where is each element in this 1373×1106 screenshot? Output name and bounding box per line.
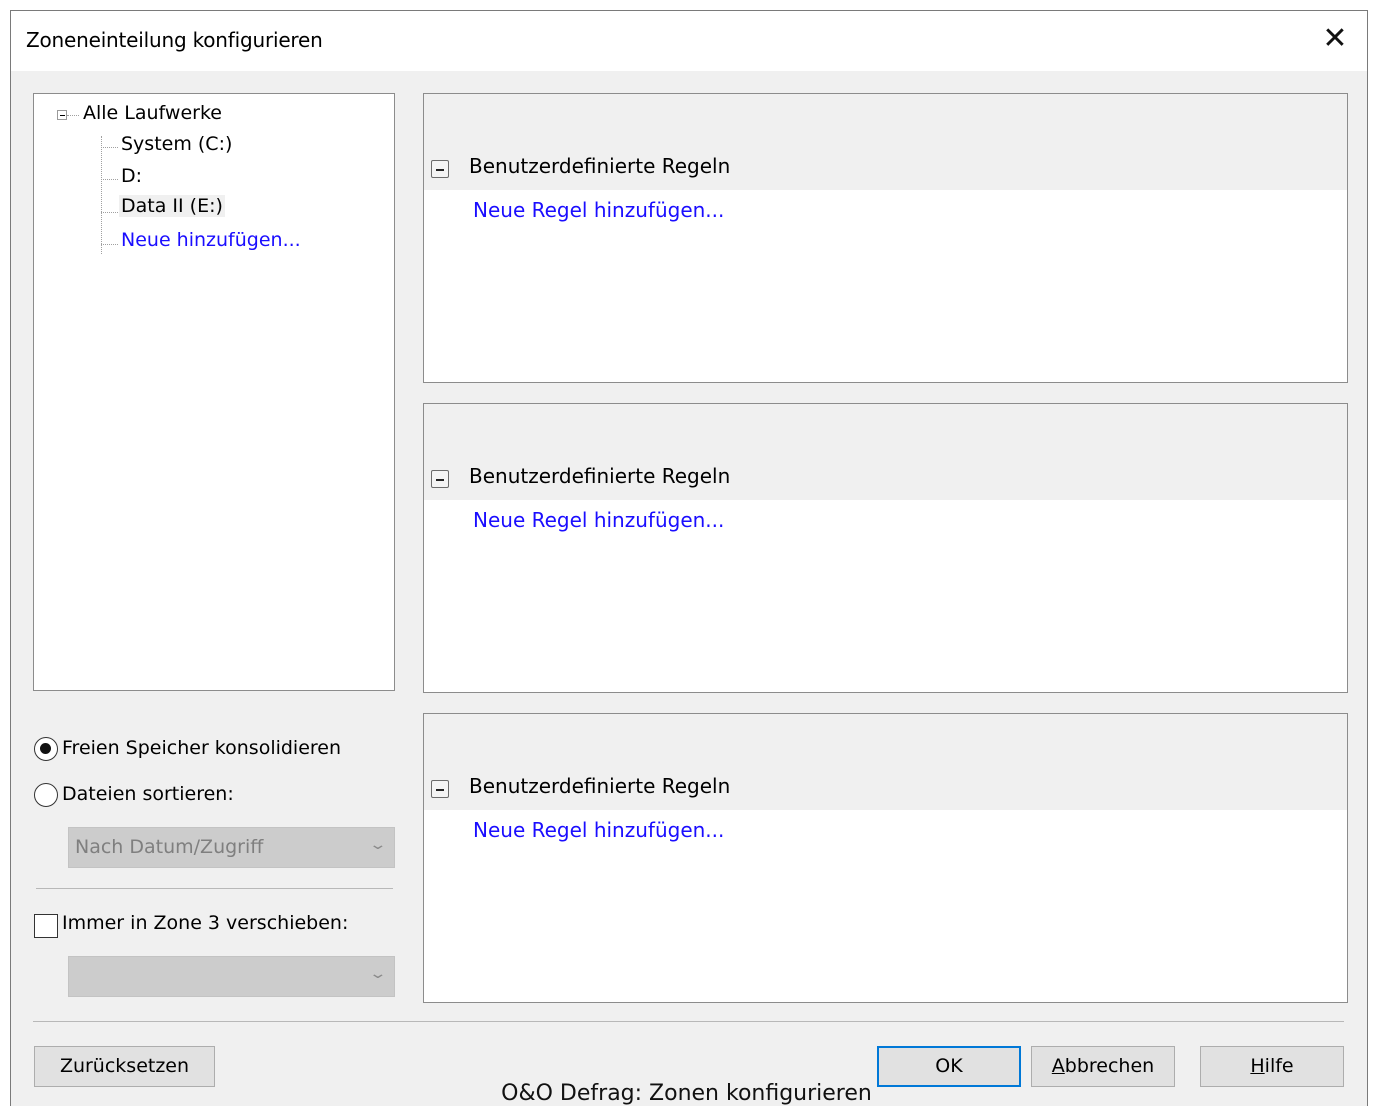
tree-item-add-new-link[interactable]: Neue hinzufügen...: [121, 229, 301, 251]
chevron-down-icon: ⌄: [368, 837, 388, 853]
collapse-icon[interactable]: [431, 470, 449, 488]
panel-header-title: Benutzerdefinierte Regeln: [469, 154, 731, 178]
sort-order-value: Nach Datum/Zugriff: [75, 836, 264, 858]
sort-files-label[interactable]: Dateien sortieren:: [62, 783, 234, 805]
tree-item-data-ii-e[interactable]: Data II (E:): [119, 195, 225, 217]
sort-files-radio[interactable]: [34, 783, 58, 807]
tree-item-all-drives[interactable]: Alle Laufwerke: [83, 102, 222, 124]
window-title: Zoneneinteilung konfigurieren: [26, 28, 323, 52]
options-divider: [36, 888, 393, 889]
add-rule-link[interactable]: Neue Regel hinzufügen...: [473, 198, 724, 222]
cancel-accelerator: A: [1051, 1055, 1065, 1077]
help-label: ilfe: [1264, 1055, 1294, 1077]
tree-connector: [101, 212, 118, 213]
move-zone3-checkbox[interactable]: [34, 914, 58, 938]
add-rule-link[interactable]: Neue Regel hinzufügen...: [473, 508, 724, 532]
tree-connector: [101, 179, 118, 180]
collapse-icon[interactable]: [431, 780, 449, 798]
add-rule-link[interactable]: Neue Regel hinzufügen...: [473, 818, 724, 842]
tree-item-d[interactable]: D:: [121, 165, 142, 187]
dialog-window: Zoneneinteilung konfigurieren ✕ Alle Lau…: [10, 10, 1368, 1106]
tree-connector: [101, 244, 118, 245]
zone-panel-3: Benutzerdefinierte Regeln Neue Regel hin…: [423, 713, 1348, 1003]
zone-panel-1: Benutzerdefinierte Regeln Neue Regel hin…: [423, 93, 1348, 383]
consolidate-label[interactable]: Freien Speicher konsolidieren: [62, 737, 341, 759]
panel-header-title: Benutzerdefinierte Regeln: [469, 464, 731, 488]
collapse-tree-icon[interactable]: [57, 110, 67, 120]
move-zone3-label[interactable]: Immer in Zone 3 verschieben:: [62, 912, 348, 934]
cancel-label: bbrechen: [1064, 1055, 1155, 1077]
chevron-down-icon: ⌄: [368, 966, 388, 982]
sort-order-select: Nach Datum/Zugriff ⌄: [68, 827, 395, 868]
zone3-select: ⌄: [68, 956, 395, 997]
tree-connector: [101, 147, 118, 148]
tree-connector: [67, 115, 79, 116]
zone-panel-2: Benutzerdefinierte Regeln Neue Regel hin…: [423, 403, 1348, 693]
collapse-icon[interactable]: [431, 160, 449, 178]
consolidate-radio[interactable]: [34, 737, 58, 761]
drive-tree[interactable]: Alle Laufwerke System (C:) D: Data II (E…: [33, 93, 395, 691]
footer-divider: [33, 1021, 1344, 1022]
panel-header-title: Benutzerdefinierte Regeln: [469, 774, 731, 798]
help-accelerator: H: [1250, 1055, 1265, 1077]
screenshot-caption: O&O Defrag: Zonen konfigurieren: [501, 1081, 872, 1106]
tree-connector: [101, 136, 102, 254]
title-bar: Zoneneinteilung konfigurieren ✕: [11, 11, 1367, 71]
close-icon[interactable]: ✕: [1317, 21, 1353, 57]
tree-item-system-c[interactable]: System (C:): [121, 133, 232, 155]
